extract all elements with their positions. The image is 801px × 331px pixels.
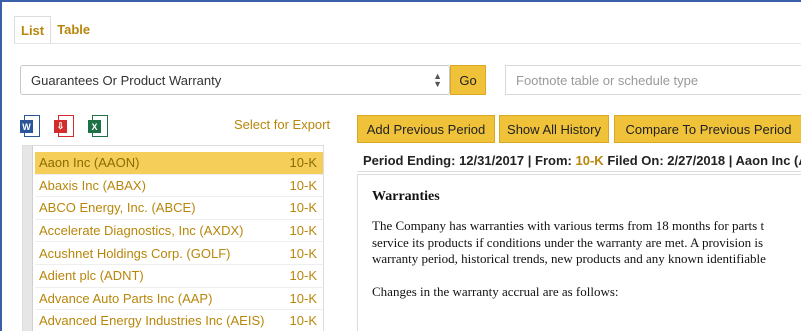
company-form: 10-K — [289, 200, 317, 216]
document-paragraph-2: Changes in the warranty accrual are as f… — [372, 283, 619, 299]
company-form: 10-K — [289, 223, 317, 239]
document-paragraph-1: The Company has warranties with various … — [372, 218, 789, 268]
company-name: Advance Auto Parts Inc (AAP) — [39, 290, 213, 306]
company-row[interactable]: Aaon Inc (AAON) 10-K — [35, 152, 323, 175]
company-row[interactable]: Adient plc (ADNT) 10-K — [35, 265, 323, 288]
company-name: Aaon Inc (AAON) — [39, 155, 140, 171]
period-ending-label: Period Ending: — [363, 153, 456, 168]
company-row[interactable]: Abaxis Inc (ABAX) 10-K — [35, 175, 323, 198]
period-company: Aaon Inc (A — [735, 153, 801, 168]
company-form: 10-K — [289, 177, 317, 193]
footnote-category-select[interactable]: Guarantees Or Product Warranty ▲ ▼ — [20, 65, 450, 95]
word-icon[interactable]: W — [20, 115, 40, 139]
from-label: From: — [535, 153, 572, 168]
tab-divider — [14, 43, 801, 44]
company-name: Abaxis Inc (ABAX) — [39, 177, 146, 193]
company-name: Accelerate Diagnostics, Inc (AXDX) — [39, 223, 244, 239]
paragraph-line: warranty period, historical trends, new … — [372, 251, 766, 266]
company-row[interactable]: Accelerate Diagnostics, Inc (AXDX) 10-K — [35, 220, 323, 243]
company-row[interactable]: Advance Auto Parts Inc (AAP) 10-K — [35, 288, 323, 311]
add-previous-period-button[interactable]: Add Previous Period — [357, 115, 495, 143]
compare-previous-period-button[interactable]: Compare To Previous Period — [614, 115, 801, 143]
view-tabs: List Table — [14, 16, 96, 44]
select-arrows-icon: ▲ ▼ — [433, 71, 442, 89]
export-icons: W ⇩ X — [20, 115, 108, 139]
company-name: Acushnet Holdings Corp. (GOLF) — [39, 245, 231, 261]
excel-icon[interactable]: X — [88, 115, 108, 139]
company-row[interactable]: Acushnet Holdings Corp. (GOLF) 10-K — [35, 242, 323, 265]
company-row[interactable]: ABCO Energy, Inc. (ABCE) 10-K — [35, 197, 323, 220]
paragraph-line: The Company has warranties with various … — [372, 218, 765, 233]
company-list-panel: Aaon Inc (AAON) 10-K Abaxis Inc (ABAX) 10-K… — [22, 145, 324, 331]
company-name: Adient plc (ADNT) — [39, 268, 144, 284]
select-value: Guarantees Or Product Warranty — [31, 73, 222, 88]
company-list: Aaon Inc (AAON) 10-K Abaxis Inc (ABAX) 10-K… — [35, 152, 323, 331]
pdf-icon[interactable]: ⇩ — [54, 115, 74, 139]
company-row[interactable]: Advanced Energy Industries Inc (AEIS) 10-… — [35, 310, 323, 331]
company-form: 10-K — [289, 245, 317, 261]
list-scrollbar[interactable] — [23, 146, 33, 331]
tab-list[interactable]: List — [14, 16, 52, 44]
company-form: 10-K — [289, 313, 317, 329]
company-name: ABCO Energy, Inc. (ABCE) — [39, 200, 196, 216]
tab-table[interactable]: Table — [51, 16, 96, 44]
company-form: 10-K — [289, 155, 317, 171]
form-type[interactable]: 10-K — [576, 153, 604, 168]
go-button[interactable]: Go — [450, 65, 486, 95]
filed-date: 2/27/2018 — [667, 153, 726, 168]
app-frame: List Table Guarantees Or Product Warrant… — [0, 0, 801, 331]
period-info-bar: Period Ending: 12/31/2017 | From: 10-K F… — [357, 150, 801, 172]
paragraph-line: service its products if conditions under… — [372, 234, 763, 250]
footnote-document: Warranties The Company has warranties wi… — [357, 174, 801, 331]
select-for-export-link[interactable]: Select for Export — [234, 117, 330, 132]
footnote-type-input[interactable] — [505, 65, 801, 95]
company-name: Advanced Energy Industries Inc (AEIS) — [39, 313, 265, 329]
period-ending-date: 12/31/2017 — [459, 153, 525, 168]
company-form: 10-K — [289, 290, 317, 306]
filed-on-label: Filed On: — [607, 153, 664, 168]
show-all-history-button[interactable]: Show All History — [499, 115, 609, 143]
document-heading: Warranties — [372, 189, 440, 204]
company-form: 10-K — [289, 268, 317, 284]
